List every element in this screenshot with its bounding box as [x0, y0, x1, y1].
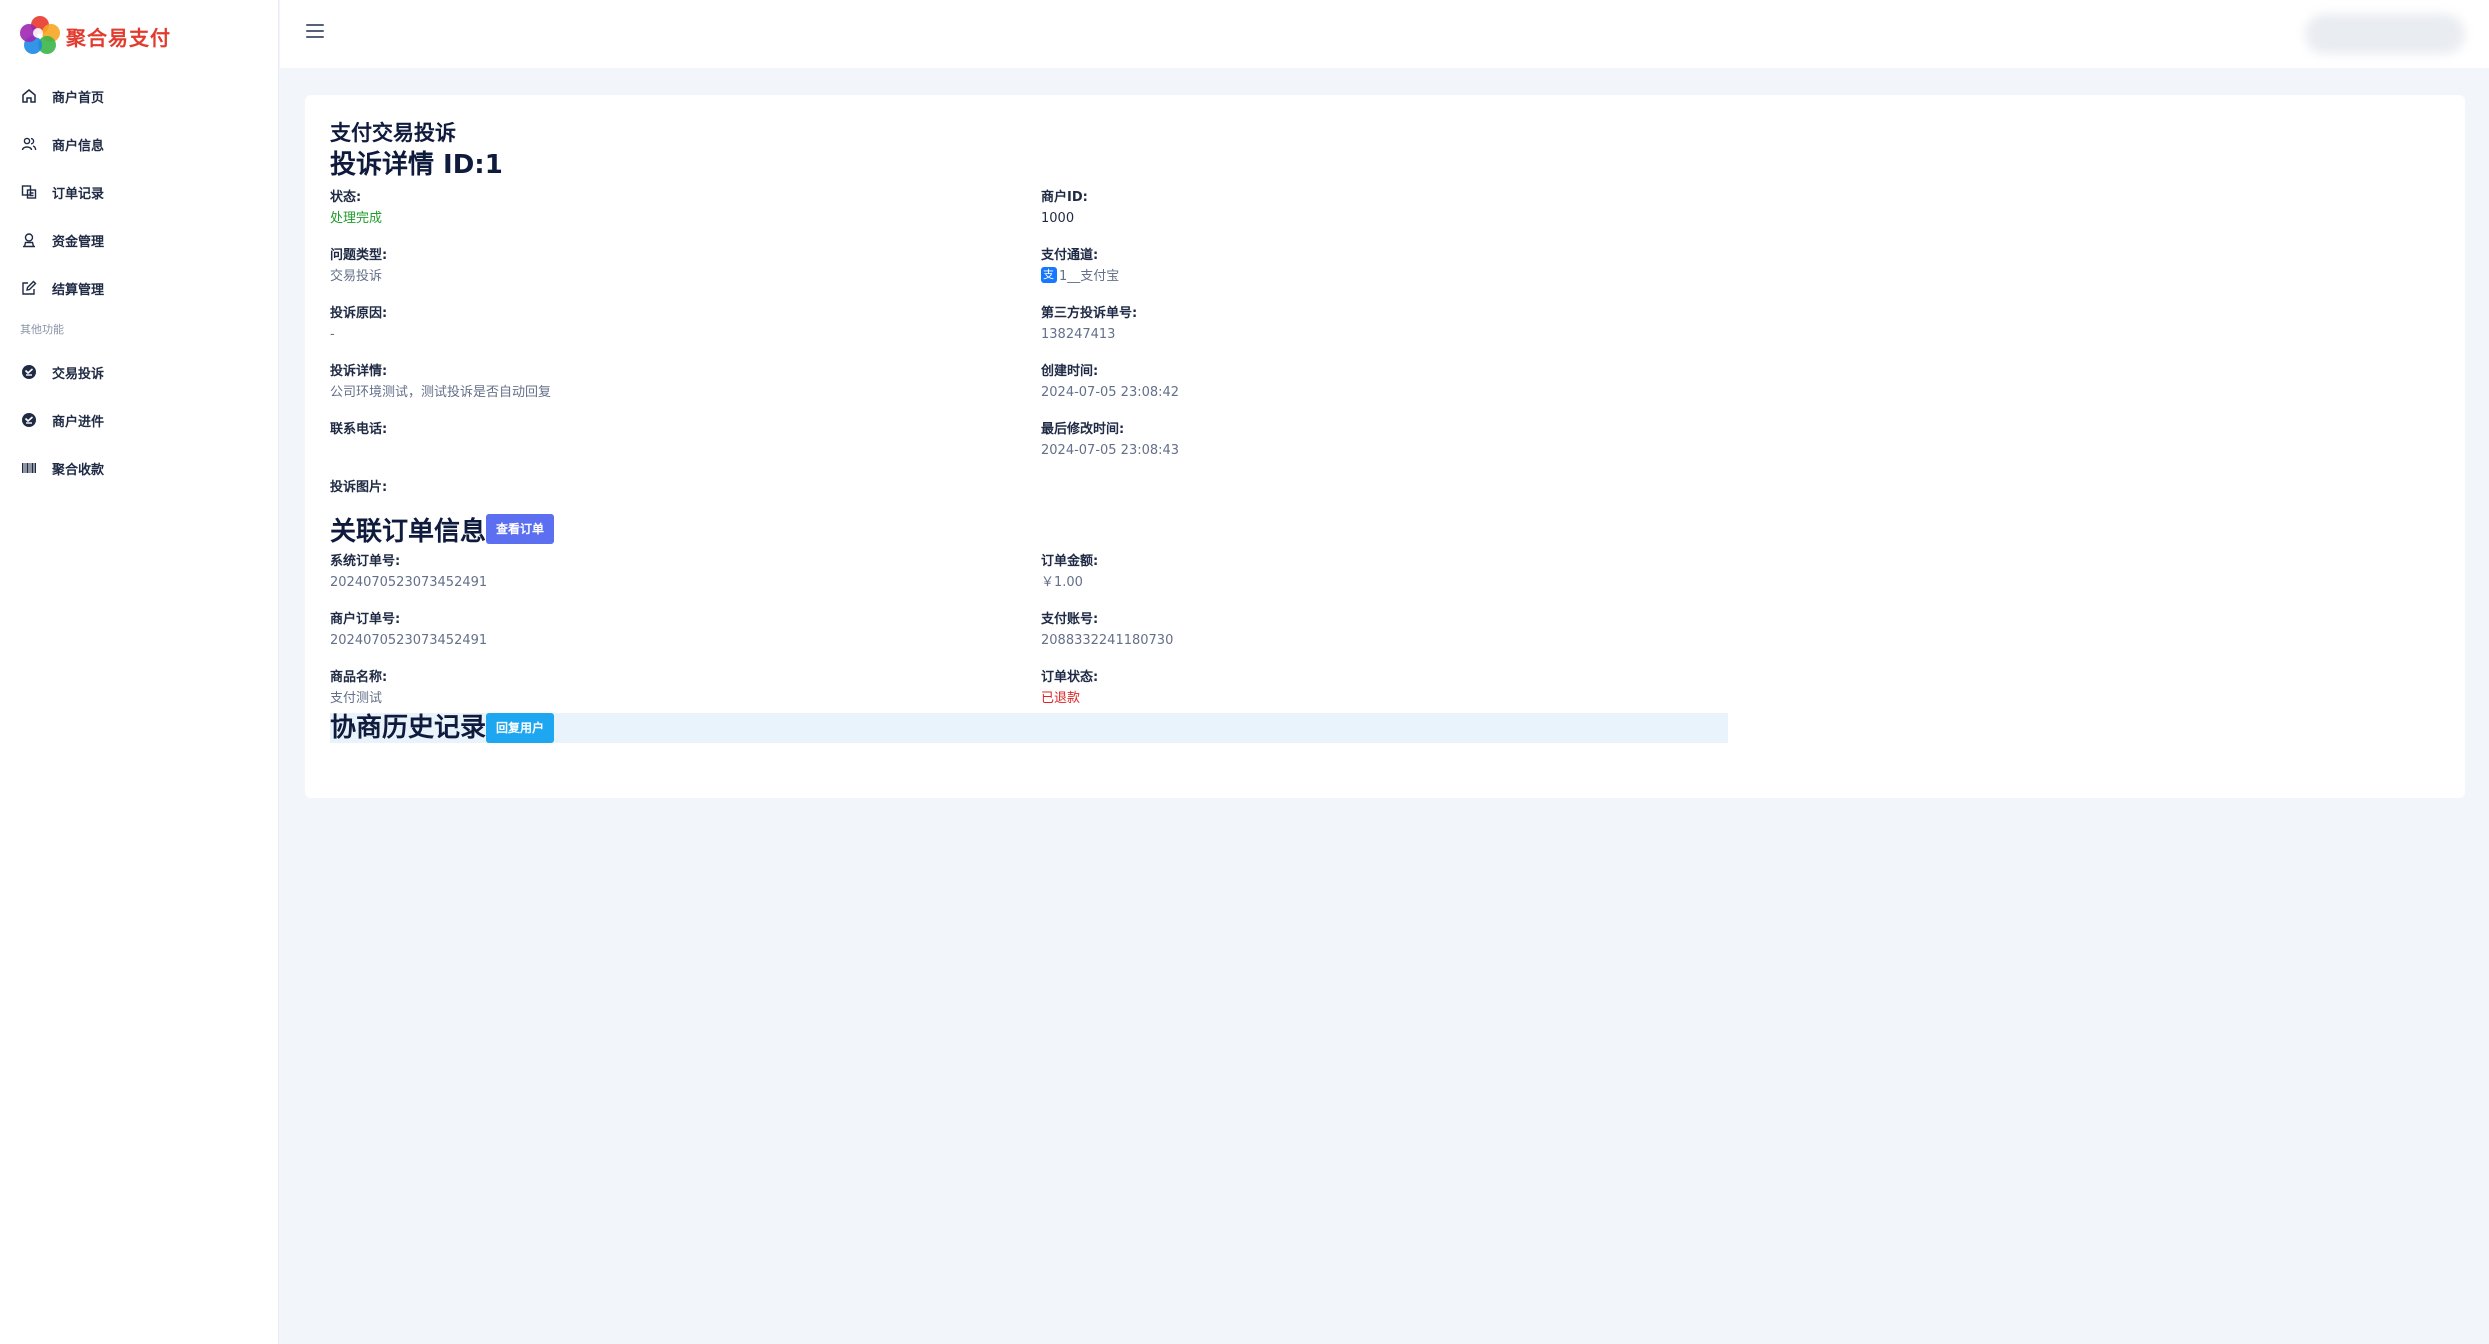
history-section-title: 协商历史记录 [330, 713, 487, 743]
field-spacer [1041, 473, 1741, 511]
sidebar-item-label: 交易投诉 [52, 366, 105, 382]
sidebar-item-label: 结算管理 [52, 282, 105, 298]
reply-user-button[interactable]: 回复用户 [486, 713, 555, 743]
field-complaint-reason: 投诉原因: - [330, 306, 388, 342]
field-created-time: 创建时间: 2024-07-05 23:08:42 [1041, 364, 1180, 400]
field-issue-type: 问题类型: 交易投诉 [330, 248, 388, 284]
brand-name: 聚合易支付 [66, 25, 171, 50]
field-third-party-no: 第三方投诉单号: 138247413 [1041, 306, 1138, 342]
sidebar-item-complaints[interactable]: 交易投诉 [0, 348, 279, 396]
sidebar-item-funds[interactable]: 资金管理 [0, 216, 279, 264]
sidebar-item-settlement[interactable]: 结算管理 [0, 264, 279, 312]
sidebar-item-merchant-info[interactable]: 商户信息 [0, 120, 279, 168]
status-value: 处理完成 [330, 211, 383, 226]
order-section-header: 关联订单信息 查看订单 [330, 511, 2430, 547]
user-menu-avatar[interactable] [2305, 14, 2465, 54]
order-status-value: 已退款 [1041, 691, 1081, 706]
complaint-detail-card: 支付交易投诉 投诉详情 ID:1 状态: 处理完成 商户ID: 1000 问题类… [305, 95, 2465, 798]
field-payment-channel: 支付通道: 1__支付宝 [1041, 241, 1741, 299]
edit-icon [20, 279, 38, 297]
sidebar: 聚合易支付 商户首页 商户信息 订单记录 资金管理 结算管理 其他功能 交易投诉… [0, 0, 279, 1344]
orders-icon [20, 183, 38, 201]
field-complaint-images: 投诉图片: [330, 480, 388, 495]
sidebar-item-label: 商户首页 [52, 90, 105, 106]
home-icon [20, 87, 38, 105]
view-order-button[interactable]: 查看订单 [486, 514, 555, 544]
field-complaint-detail: 投诉详情: 公司环境测试，测试投诉是否自动回复 [330, 364, 552, 400]
page-title: 支付交易投诉 [330, 121, 456, 145]
field-payment-account: 支付账号: 2088332241180730 [1041, 612, 1174, 648]
field-merchant-id: 商户ID: 1000 [1041, 190, 1088, 226]
sidebar-item-label: 聚合收款 [52, 462, 105, 478]
onboarding-icon [20, 411, 38, 429]
field-order-amount: 订单金额: ￥1.00 [1041, 554, 1099, 590]
field-system-order-no: 系统订单号: 2024070523073452491 [330, 554, 488, 590]
funds-icon [20, 231, 38, 249]
sidebar-item-order-records[interactable]: 订单记录 [0, 168, 279, 216]
sidebar-item-label: 商户进件 [52, 414, 105, 430]
complaint-fields: 状态: 处理完成 商户ID: 1000 问题类型: 交易投诉 支付通道: 1__… [330, 183, 2430, 511]
sidebar-item-onboarding[interactable]: 商户进件 [0, 396, 279, 444]
field-merchant-order-no: 商户订单号: 2024070523073452491 [330, 612, 488, 648]
field-modified-time: 最后修改时间: 2024-07-05 23:08:43 [1041, 422, 1180, 458]
order-section-title: 关联订单信息 [330, 516, 487, 547]
sidebar-item-label: 商户信息 [52, 138, 105, 154]
sidebar-item-label: 订单记录 [52, 186, 105, 202]
sidebar-section-label: 其他功能 [20, 323, 64, 336]
barcode-icon [20, 459, 38, 477]
logo-flower-icon [18, 14, 62, 58]
field-goods-name: 商品名称: 支付测试 [330, 670, 388, 706]
sidebar-nav: 商户首页 商户信息 订单记录 资金管理 结算管理 其他功能 交易投诉 商户进件 … [0, 72, 279, 492]
users-icon [20, 135, 38, 153]
order-fields: 系统订单号: 2024070523073452491 订单金额: ￥1.00 商… [330, 547, 2430, 713]
complaint-detail-title: 投诉详情 ID:1 [330, 150, 503, 180]
field-order-status: 订单状态: 已退款 [1041, 663, 1741, 713]
brand-logo[interactable]: 聚合易支付 [18, 14, 171, 58]
top-header [280, 0, 2489, 68]
sidebar-item-merchant-home[interactable]: 商户首页 [0, 72, 279, 120]
sidebar-item-label: 资金管理 [52, 234, 105, 250]
sidebar-item-aggregate-payment[interactable]: 聚合收款 [0, 444, 279, 492]
field-contact-phone: 联系电话: [330, 422, 388, 437]
complaint-icon [20, 363, 38, 381]
history-section-header: 协商历史记录 回复用户 [330, 713, 1728, 743]
field-status: 状态: 处理完成 [330, 183, 1041, 241]
alipay-icon [1041, 267, 1057, 283]
menu-toggle-icon[interactable] [306, 24, 324, 42]
